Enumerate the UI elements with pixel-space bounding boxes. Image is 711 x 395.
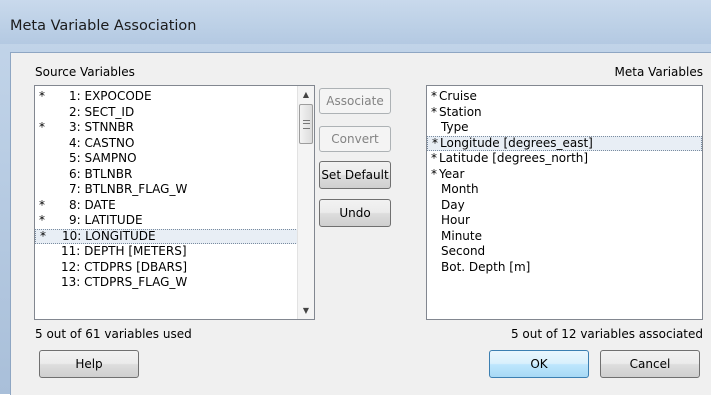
variable-name: 11: DEPTH [METERS] xyxy=(61,244,187,258)
source-variable-item[interactable]: 11: DEPTH [METERS] xyxy=(35,244,314,260)
scroll-down-arrow-icon[interactable]: ▼ xyxy=(298,302,314,319)
variable-name: Hour xyxy=(441,213,470,227)
variable-name: Station xyxy=(439,104,482,119)
variable-name: 7: BTLNBR_FLAG_W xyxy=(69,182,188,196)
variable-name: 3: STNNBR xyxy=(69,120,134,134)
variable-name: Longitude [degrees_east] xyxy=(440,135,593,150)
scroll-thumb[interactable] xyxy=(299,104,313,144)
meta-variable-item[interactable]: * Cruise xyxy=(427,89,702,105)
meta-variable-item[interactable]: Second xyxy=(427,244,702,260)
scroll-up-arrow-icon[interactable]: ▲ xyxy=(298,86,314,103)
meta-variables-list[interactable]: * Cruise * Station Type * Longitude [degrees_e… xyxy=(426,85,703,320)
variable-name: 5: SAMPNO xyxy=(69,151,137,165)
source-variable-item[interactable]: * 1: EXPOCODE xyxy=(35,89,314,105)
meta-variable-item[interactable]: Bot. Depth [m] xyxy=(427,260,702,276)
associated-marker: * xyxy=(39,213,45,227)
meta-variable-item[interactable]: Type xyxy=(427,120,702,136)
variable-name: 4: CASTNO xyxy=(69,135,135,150)
dialog-body: Source Variables Meta Variables * 1: EXPO… xyxy=(10,52,711,395)
variable-name: Day xyxy=(441,197,465,212)
meta-variable-item[interactable]: * Latitude [degrees_north] xyxy=(427,151,702,167)
variable-name: 6: BTLNBR xyxy=(69,166,133,181)
source-variable-item[interactable]: 12: CTDPRS [DBARS] xyxy=(35,260,314,276)
associate-button[interactable]: Associate xyxy=(319,88,391,114)
source-list-scrollbar[interactable]: ▲ ▼ xyxy=(297,86,314,319)
source-variable-item[interactable]: 7: BTLNBR_FLAG_W xyxy=(35,182,314,198)
variable-name: 12: CTDPRS [DBARS] xyxy=(61,259,188,274)
source-variable-item[interactable]: 13: CTDPRS_FLAG_W xyxy=(35,275,314,291)
variable-name: Month xyxy=(441,182,479,196)
variable-name: 13: CTDPRS_FLAG_W xyxy=(61,275,188,289)
meta-variable-item[interactable]: Minute xyxy=(427,229,702,245)
meta-variable-item[interactable]: * Station xyxy=(427,105,702,121)
source-variables-label: Source Variables xyxy=(35,65,135,79)
associated-marker: * xyxy=(431,89,437,103)
variable-name: 2: SECT_ID xyxy=(69,104,135,119)
ok-button[interactable]: OK xyxy=(489,350,589,378)
cancel-button[interactable]: Cancel xyxy=(600,350,700,378)
variable-name: Minute xyxy=(441,228,482,243)
convert-button[interactable]: Convert xyxy=(319,126,391,152)
source-variable-item[interactable]: 2: SECT_ID xyxy=(35,105,314,121)
source-status-text: 5 out of 61 variables used xyxy=(35,327,192,341)
associated-marker: * xyxy=(432,135,438,150)
variable-name: Latitude [degrees_north] xyxy=(439,151,589,165)
meta-variable-item[interactable]: * Year xyxy=(427,167,702,183)
source-variable-item[interactable]: 6: BTLNBR xyxy=(35,167,314,183)
meta-variable-item[interactable]: Day xyxy=(427,198,702,214)
variable-name: 8: DATE xyxy=(69,197,116,212)
source-variable-item[interactable]: 4: CASTNO xyxy=(35,136,314,152)
meta-variable-item[interactable]: Hour xyxy=(427,213,702,229)
undo-button[interactable]: Undo xyxy=(319,199,391,227)
source-variables-list[interactable]: * 1: EXPOCODE 2: SECT_ID * 3: STNNBR 4: CASTN… xyxy=(34,85,315,320)
variable-name: Year xyxy=(439,166,465,181)
source-variable-item[interactable]: * 10: LONGITUDE xyxy=(35,228,314,244)
variable-name: 9: LATITUDE xyxy=(69,213,143,227)
window-title: Meta Variable Association xyxy=(10,18,197,34)
associated-marker: * xyxy=(40,228,46,243)
variable-name: Type xyxy=(441,120,469,134)
help-button[interactable]: Help xyxy=(39,350,139,378)
title-bar[interactable]: Meta Variable Association xyxy=(0,0,711,44)
meta-variable-item[interactable]: * Longitude [degrees_east] xyxy=(427,135,702,151)
associated-marker: * xyxy=(431,104,437,119)
meta-variables-label: Meta Variables xyxy=(614,65,703,79)
variable-name: 1: EXPOCODE xyxy=(69,89,152,103)
associated-marker: * xyxy=(39,120,45,134)
source-variable-item[interactable]: * 9: LATITUDE xyxy=(35,213,314,229)
source-variable-item[interactable]: 5: SAMPNO xyxy=(35,151,314,167)
associated-marker: * xyxy=(39,89,45,103)
variable-name: Bot. Depth [m] xyxy=(441,259,531,274)
meta-variable-item[interactable]: Month xyxy=(427,182,702,198)
source-variable-item[interactable]: * 3: STNNBR xyxy=(35,120,314,136)
variable-name: 10: LONGITUDE xyxy=(62,228,156,243)
associated-marker: * xyxy=(39,197,45,212)
dialog-window: Meta Variable Association Source Variabl… xyxy=(0,0,711,395)
set-default-button[interactable]: Set Default xyxy=(319,161,391,189)
associated-marker: * xyxy=(431,151,437,165)
associated-marker: * xyxy=(431,166,437,181)
variable-name: Second xyxy=(441,244,486,258)
variable-name: Cruise xyxy=(439,89,477,103)
meta-status-text: 5 out of 12 variables associated xyxy=(510,327,703,341)
grip-icon xyxy=(303,120,310,129)
source-variable-item[interactable]: * 8: DATE xyxy=(35,198,314,214)
